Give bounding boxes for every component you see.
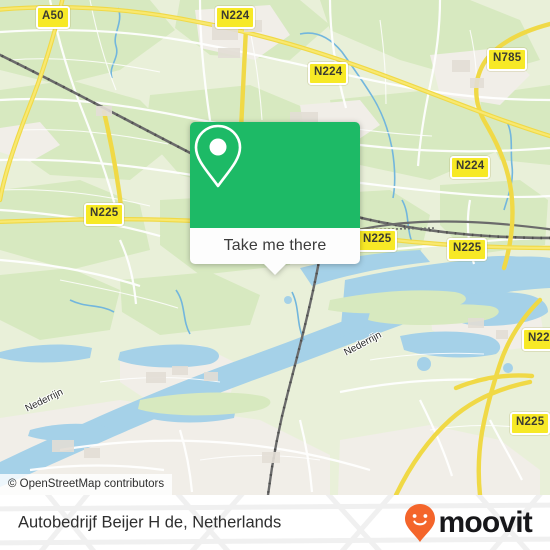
popup-icon-area (190, 122, 360, 228)
take-me-there-label: Take me there (223, 237, 327, 254)
road-shield-n225-right-upper: N225 (522, 328, 550, 351)
road-shield-n225-left: N225 (84, 203, 125, 226)
road-shield-a50: A50 (36, 6, 70, 29)
map-canvas[interactable]: A50 N224 N224 N785 N224 N225 N225 N225 N… (0, 0, 550, 495)
road-shield-n224-top: N224 (215, 6, 256, 29)
road-shield-n785: N785 (487, 48, 528, 71)
moovit-logo[interactable]: moovit (404, 503, 533, 543)
road-shield-n225-center-right: N225 (447, 238, 488, 261)
destination-popup-card[interactable]: Take me there (190, 122, 360, 275)
moovit-pin-smiley-icon (405, 503, 436, 542)
road-shield-n224-right: N224 (450, 156, 491, 179)
moovit-wordmark: moovit (438, 505, 532, 539)
map-attribution[interactable]: © OpenStreetMap contributors (0, 473, 173, 495)
road-shield-n225-right-lower: N225 (510, 412, 550, 435)
map-screenshot: A50 N224 N224 N785 N224 N225 N225 N225 N… (0, 0, 550, 550)
road-shield-n225-center: N225 (357, 229, 398, 252)
popup-tail (263, 263, 287, 275)
footer-bar: Autobedrijf Beijer H de, Netherlands moo… (0, 495, 550, 550)
place-name-label: Autobedrijf Beijer H de, Netherlands (18, 513, 282, 531)
popup-action-area[interactable]: Take me there (190, 228, 360, 275)
road-shield-n224-upper: N224 (308, 62, 349, 85)
map-pin-icon (194, 124, 242, 188)
